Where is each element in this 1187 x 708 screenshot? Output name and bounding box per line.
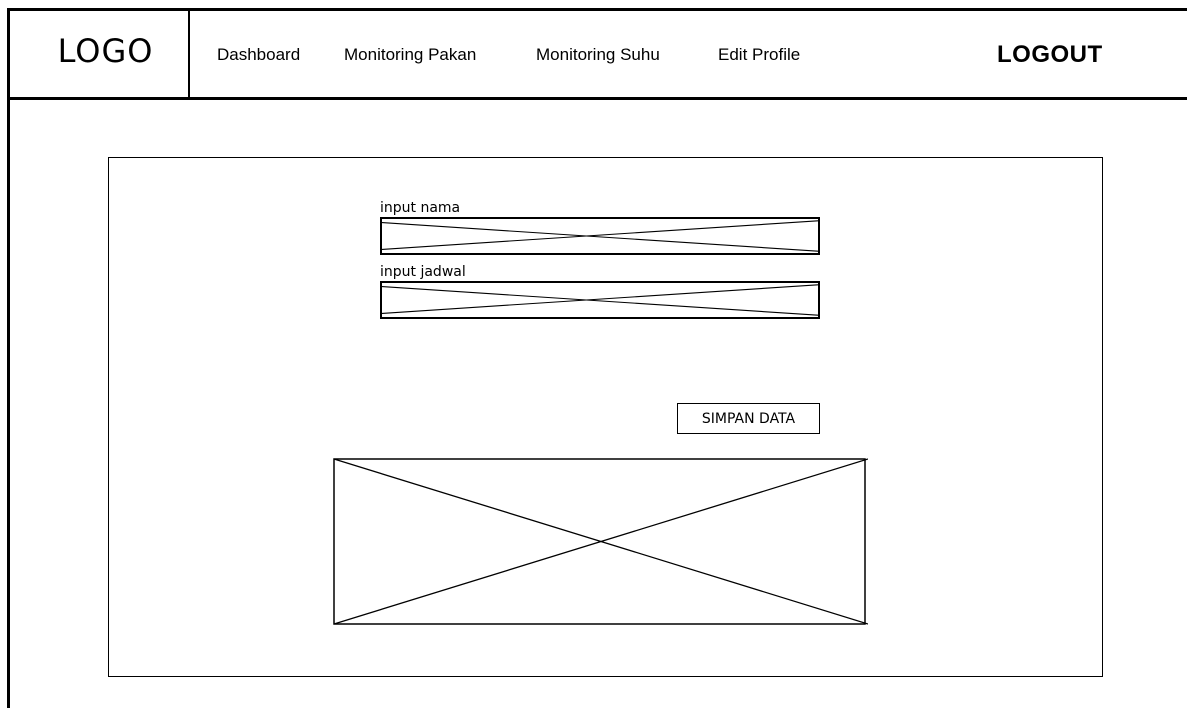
- logout-button[interactable]: LOGOUT: [997, 41, 1103, 69]
- name-input-placeholder-cross: [382, 220, 818, 252]
- name-input-label: input nama: [380, 200, 461, 216]
- logo-cell: LOGO: [7, 8, 190, 97]
- nav-link-edit-profile[interactable]: Edit Profile: [718, 45, 800, 65]
- nav-link-dashboard[interactable]: Dashboard: [217, 45, 300, 65]
- nav-link-monitoring-pakan[interactable]: Monitoring Pakan: [344, 45, 476, 65]
- nav-link-monitoring-suhu[interactable]: Monitoring Suhu: [536, 45, 660, 65]
- image-placeholder: [333, 458, 868, 626]
- navbar: LOGO Dashboard Monitoring Pakan Monitori…: [7, 8, 1187, 100]
- save-data-button[interactable]: SIMPAN DATA: [677, 403, 820, 434]
- schedule-input-label: input jadwal: [380, 264, 466, 280]
- logo[interactable]: LOGO: [58, 32, 154, 70]
- schedule-input[interactable]: [380, 281, 820, 319]
- schedule-input-placeholder-cross: [382, 284, 818, 316]
- name-input[interactable]: [380, 217, 820, 255]
- image-placeholder-cross: [333, 458, 868, 625]
